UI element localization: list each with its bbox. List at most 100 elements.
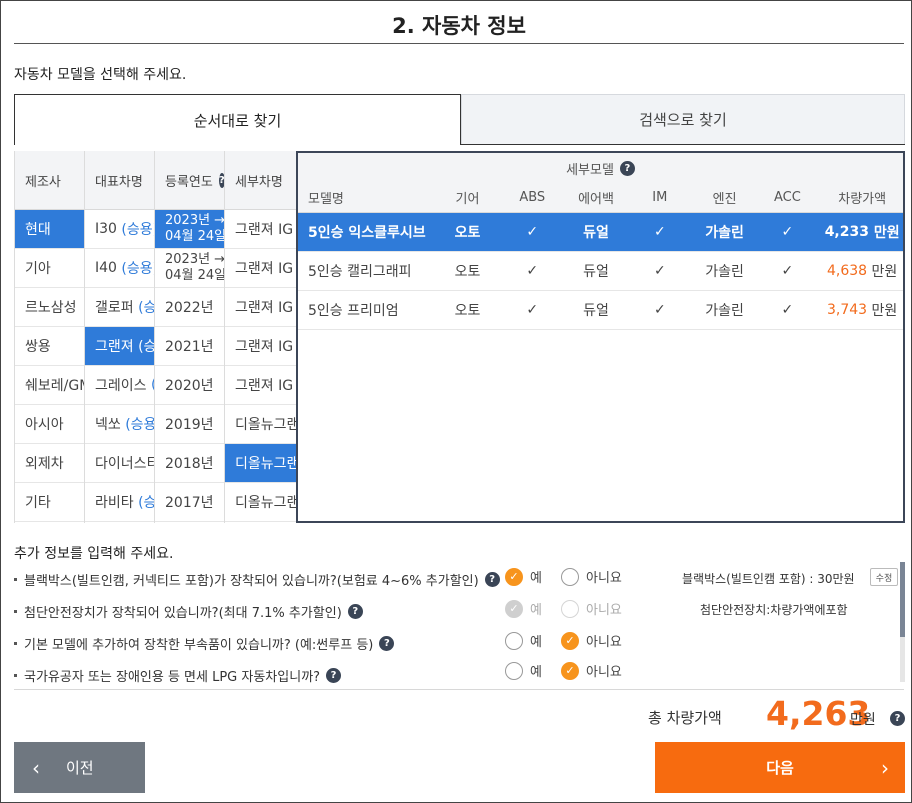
acc-check-icon: ✓ [781, 224, 794, 240]
model-item[interactable]: I40 (승용) [85, 249, 154, 288]
question-row: 블랙박스(빌트인캠, 커넥티드 포함)가 장착되어 있습니까?(보험료 4~6%… [14, 570, 500, 589]
model-name: 그레이스 [95, 378, 147, 394]
detail-item[interactable]: 그랜져 IG [225, 288, 296, 327]
maker-item[interactable]: 기아 [15, 249, 84, 288]
next-button[interactable]: 다음 › [655, 742, 905, 793]
maker-item[interactable]: 현대 [15, 210, 84, 249]
detail-item[interactable]: 그랜져 IG [225, 210, 296, 249]
radio-checked-icon: ✓ [505, 567, 523, 586]
option-yes[interactable]: ✓ 예 [505, 567, 542, 586]
option-no[interactable]: 아니요 [561, 567, 622, 586]
col-header: 차량가액 [838, 192, 887, 207]
model-name: I30 [95, 221, 117, 237]
col-header: 기어 [455, 192, 480, 207]
model-item[interactable]: 넥쏘 (승용) [85, 405, 154, 444]
year-item[interactable]: 2022년 [155, 288, 224, 327]
model-item[interactable]: 그랜져 (승 [85, 327, 154, 366]
model-item[interactable]: 갤로퍼 (승 [85, 288, 154, 327]
model-name: 그랜져 [95, 339, 134, 355]
detail-item[interactable]: 그랜져 IG [225, 366, 296, 405]
model-category: (승 [138, 495, 155, 511]
detail-header: 세부차명 [225, 151, 296, 210]
detail-item[interactable]: 디올뉴그랜 [225, 483, 296, 522]
bullet [14, 674, 17, 677]
model-category: (승용) [121, 222, 155, 238]
im-check-icon: ✓ [653, 224, 666, 240]
option-yes[interactable]: 예 [505, 631, 542, 650]
prev-button[interactable]: ‹ 이전 [14, 742, 145, 793]
col-header: 에어백 [578, 192, 614, 207]
year-item[interactable]: 2020년 [155, 366, 224, 405]
help-icon[interactable]: ? [619, 160, 635, 176]
maker-item[interactable]: 기타 [15, 483, 84, 522]
model-item[interactable]: 라비타 (승 [85, 483, 154, 522]
im-check-icon: ✓ [653, 263, 666, 279]
page-title: 2. 자동차 정보 [392, 14, 526, 38]
maker-item[interactable]: 아시아 [15, 405, 84, 444]
maker-item[interactable]: 쌍용 [15, 327, 84, 366]
year-item[interactable]: 2021년 [155, 327, 224, 366]
option-label: 아니요 [586, 635, 622, 650]
submodel-row[interactable]: 5인승 프리미엄 오토 ✓ 듀얼 ✓ 가솔린 ✓ 3,743 만원 [298, 291, 903, 330]
detail-item[interactable]: 그랜져 IG [225, 327, 296, 366]
model-name: 다이너스티 [95, 456, 155, 472]
price-unit: 만원 [871, 303, 898, 319]
chevron-right-icon: › [881, 755, 889, 780]
chevron-left-icon: ‹ [32, 755, 40, 780]
year-item[interactable]: 2019년 [155, 405, 224, 444]
model-item[interactable]: I30 (승용) [85, 210, 154, 249]
submodel-row[interactable]: 5인승 익스클루시브 오토 ✓ 듀얼 ✓ 가솔린 ✓ 4,233 만원 [298, 213, 903, 252]
detail-item[interactable]: 그랜져 IG [225, 249, 296, 288]
year-item[interactable]: 2017년 [155, 483, 224, 522]
help-icon[interactable]: ? [379, 636, 395, 651]
radio-icon [505, 661, 523, 680]
option-no[interactable]: ✓ 아니요 [561, 631, 622, 650]
model-name: 넥쏘 [95, 417, 121, 433]
engine-value: 가솔린 [705, 303, 744, 319]
option-no[interactable]: ✓ 아니요 [561, 661, 622, 680]
submodel-title-row: 세부모델? [298, 153, 903, 183]
help-icon[interactable]: ? [326, 668, 342, 683]
model-item[interactable]: 다이너스티 [85, 444, 154, 483]
year-header: 등록연도? [155, 151, 224, 210]
model-category: (승용) [125, 417, 154, 433]
maker-item[interactable]: 외제차 [15, 444, 84, 483]
detail-item[interactable]: 디올뉴그랜 [225, 444, 296, 483]
year-item[interactable]: 2023년 → 04월 24일 [155, 249, 224, 288]
model-name: 갤로퍼 [95, 300, 134, 316]
option-label: 아니요 [586, 665, 622, 680]
price-cell: 3,743 만원 [821, 291, 903, 329]
edit-button[interactable]: 수정 [870, 568, 898, 586]
detail-item[interactable]: 디올뉴그랜 [225, 405, 296, 444]
model-select-heading: 자동차 모델을 선택해 주세요. [14, 67, 187, 83]
option-yes[interactable]: 예 [505, 661, 542, 680]
price-cell: 4,638 만원 [821, 252, 903, 290]
airbag-value: 듀얼 [583, 225, 609, 241]
help-icon[interactable]: ? [890, 711, 905, 726]
bullet [14, 642, 17, 645]
scrollbar-thumb[interactable] [900, 562, 905, 637]
tab-sequential[interactable]: 순서대로 찾기 [14, 94, 461, 145]
abs-check-icon: ✓ [526, 224, 539, 240]
year-item[interactable]: 2018년 [155, 444, 224, 483]
maker-item[interactable]: 쉐보레/GM [15, 366, 84, 405]
year-item[interactable]: 2023년 → 04월 24일 [155, 210, 224, 249]
year-line2: 04월 24일 [165, 268, 225, 283]
help-icon[interactable]: ? [347, 604, 363, 619]
question-text: 국가유공자 또는 장애인용 등 면세 LPG 자동차입니까? [24, 670, 321, 685]
radio-icon [561, 599, 579, 618]
option-label: 아니요 [586, 571, 622, 586]
blackbox-info: 블랙박스(빌트인캠 포함) : 30만원 [682, 572, 855, 586]
model-category: (승 [138, 339, 155, 355]
option-label: 예 [530, 665, 542, 680]
submodel-row[interactable]: 5인승 캘리그래피 오토 ✓ 듀얼 ✓ 가솔린 ✓ 4,638 만원 [298, 252, 903, 291]
model-item[interactable]: 그레이스 ( [85, 366, 154, 405]
price-unit: 만원 [871, 264, 898, 280]
help-icon[interactable]: ? [484, 572, 500, 587]
help-icon[interactable]: ? [218, 172, 224, 188]
prev-label: 이전 [66, 759, 94, 777]
scrollbar[interactable] [900, 562, 905, 682]
radio-icon [561, 567, 579, 586]
maker-item[interactable]: 르노삼성 [15, 288, 84, 327]
tab-search[interactable]: 검색으로 찾기 [461, 94, 905, 145]
